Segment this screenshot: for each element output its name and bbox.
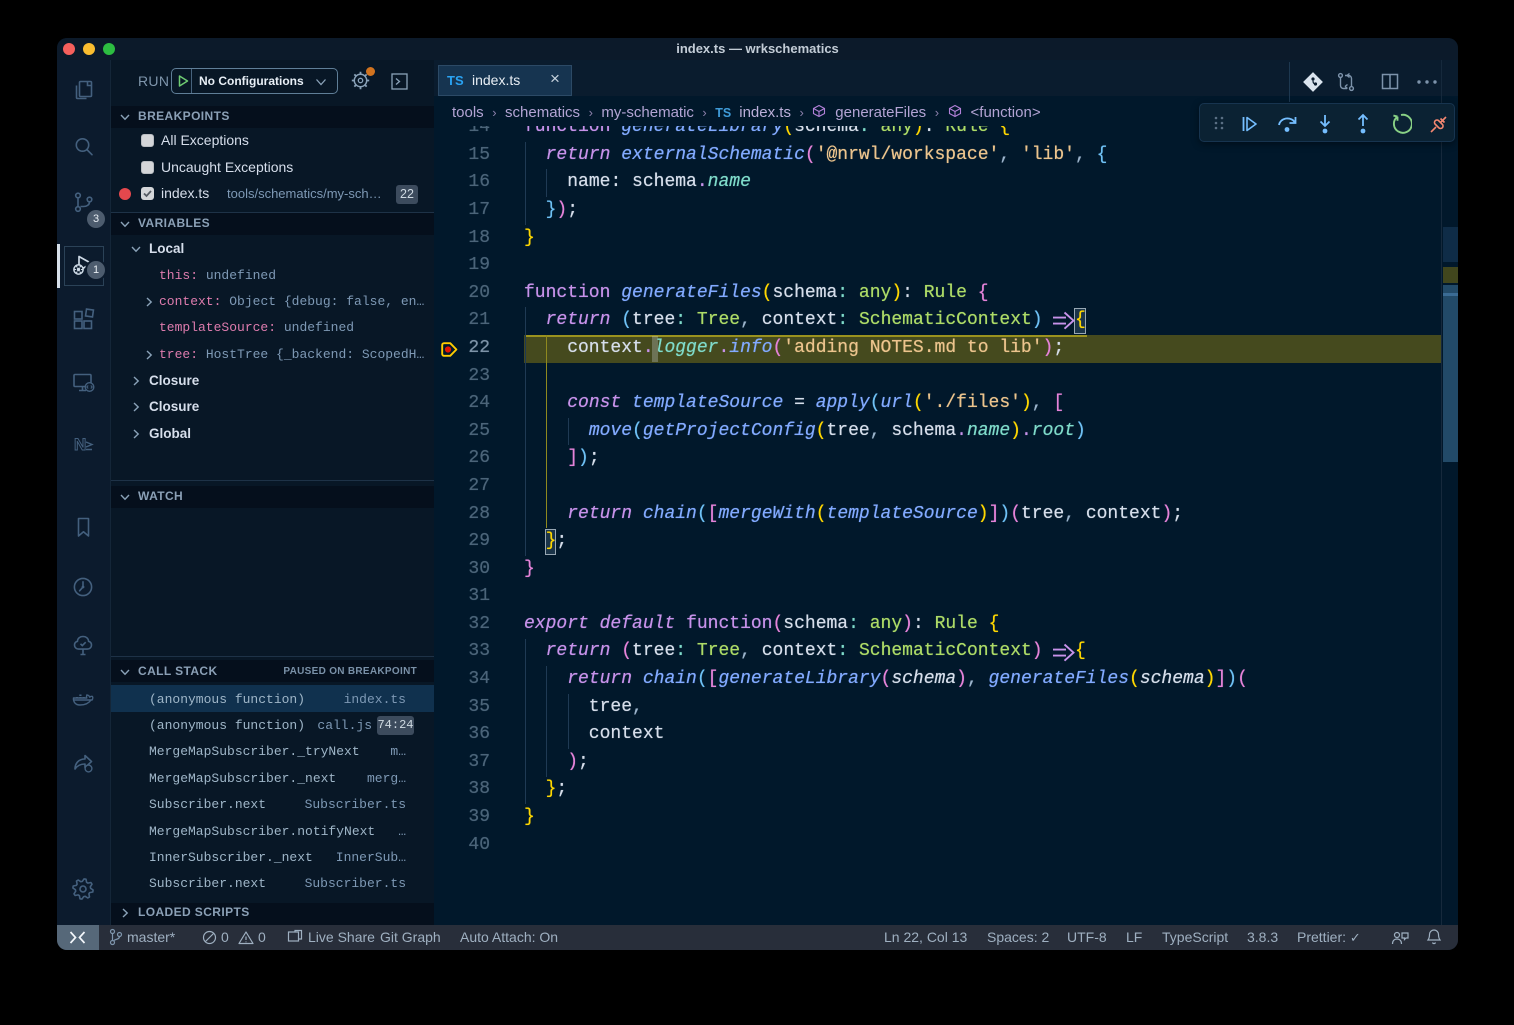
svg-text:N: N: [74, 435, 86, 454]
